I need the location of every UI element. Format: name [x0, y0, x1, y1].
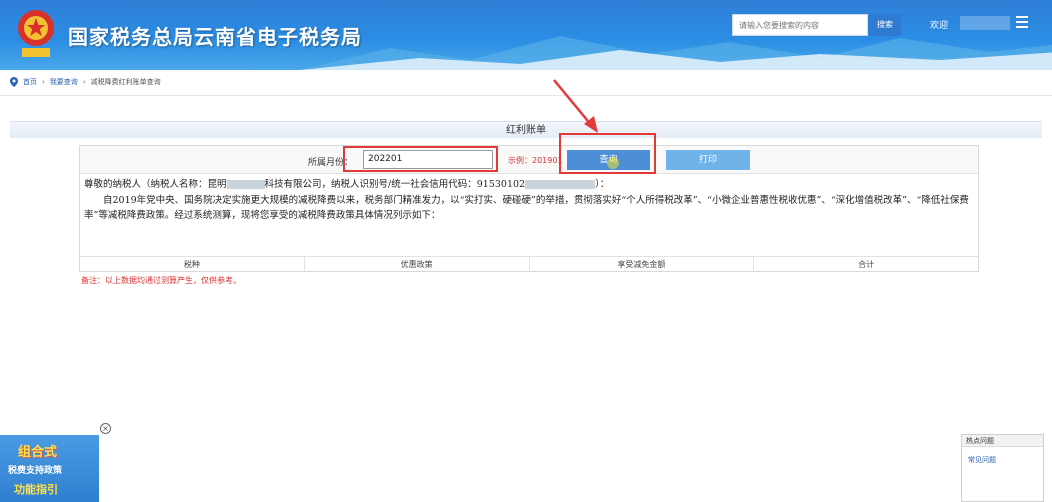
period-input-highlight — [343, 146, 498, 172]
table-header: 税种 优惠政策 享受减免金额 合计 — [80, 256, 978, 272]
breadcrumb-separator: › — [42, 78, 45, 86]
policy-guide-banner[interactable]: 组合式 税费支持政策 功能指引 — [0, 435, 99, 502]
letter-text: 尊敬的纳税人（纳税人名称：昆明 科技有限公司，纳税人识别号/统一社会信用代码：91… — [84, 177, 974, 224]
welcome-text: 欢迎 — [930, 21, 949, 31]
search-button[interactable]: 搜索 — [869, 14, 901, 36]
letter-body: 自2019年党中央、国务院决定实施更大规模的减税降费以来，税务部门精准发力，以“… — [84, 194, 969, 222]
column-header: 享受减免金额 — [530, 257, 755, 272]
promo-line3: 功能指引 — [14, 483, 58, 496]
mountain-decoration — [300, 36, 1052, 70]
period-hint: 示例：201901 — [508, 156, 563, 165]
column-header: 合计 — [858, 260, 875, 269]
greeting-part-3: ）： — [595, 179, 610, 190]
hot-questions-link[interactable]: 常见问题 — [962, 447, 1043, 473]
close-icon[interactable]: × — [100, 423, 111, 434]
breadcrumb-current: 减税降费红利账单查询 — [90, 78, 161, 86]
user-name-link[interactable] — [960, 16, 1010, 30]
redacted-block — [525, 180, 596, 189]
hot-questions-panel: 热点问题 常见问题 — [961, 434, 1044, 502]
column-header: 税种 — [80, 257, 305, 272]
remark-text: 备注：以上数据均通过测算产生，仅供参考。 — [81, 276, 241, 285]
panel-title: 红利账单 — [10, 121, 1042, 138]
location-pin-icon — [10, 77, 18, 87]
search-input[interactable] — [732, 14, 868, 36]
greeting-part-2: 科技有限公司，纳税人识别号/统一社会信用代码：91530102 — [264, 179, 526, 190]
promo-line1: 组合式 — [18, 445, 58, 460]
site-title: 国家税务总局云南省电子税务局 — [68, 25, 362, 49]
query-button-highlight — [559, 133, 656, 174]
breadcrumb-home[interactable]: 首页 — [23, 77, 37, 87]
breadcrumb: 首页 › 我要查询 › 减税降费红利账单查询 — [10, 76, 161, 88]
menu-icon[interactable] — [1016, 16, 1028, 28]
bill-table: 所属月份： 202201 示例：201901 查询 打印 尊敬的纳税人（纳税人名… — [79, 145, 979, 272]
query-row: 所属月份： 202201 示例：201901 查询 打印 — [80, 146, 978, 174]
tax-emblem-icon — [18, 10, 54, 57]
divider — [0, 95, 1052, 96]
site-header: 国家税务总局云南省电子税务局 搜索 欢迎 — [0, 0, 1052, 70]
hot-questions-title: 热点问题 — [962, 435, 1043, 447]
promo-line2: 税费支持政策 — [8, 466, 63, 476]
letter-greeting: 尊敬的纳税人（纳税人名称：昆明 科技有限公司，纳税人识别号/统一社会信用代码：91… — [84, 177, 974, 193]
red-arrow-icon — [553, 79, 598, 133]
greeting-part-1: 尊敬的纳税人（纳税人名称：昆明 — [84, 179, 227, 190]
redacted-block — [226, 180, 265, 189]
column-header: 优惠政策 — [305, 257, 530, 272]
breadcrumb-separator: › — [82, 78, 86, 86]
breadcrumb-query[interactable]: 我要查询 — [50, 77, 78, 87]
print-button[interactable]: 打印 — [666, 150, 750, 170]
